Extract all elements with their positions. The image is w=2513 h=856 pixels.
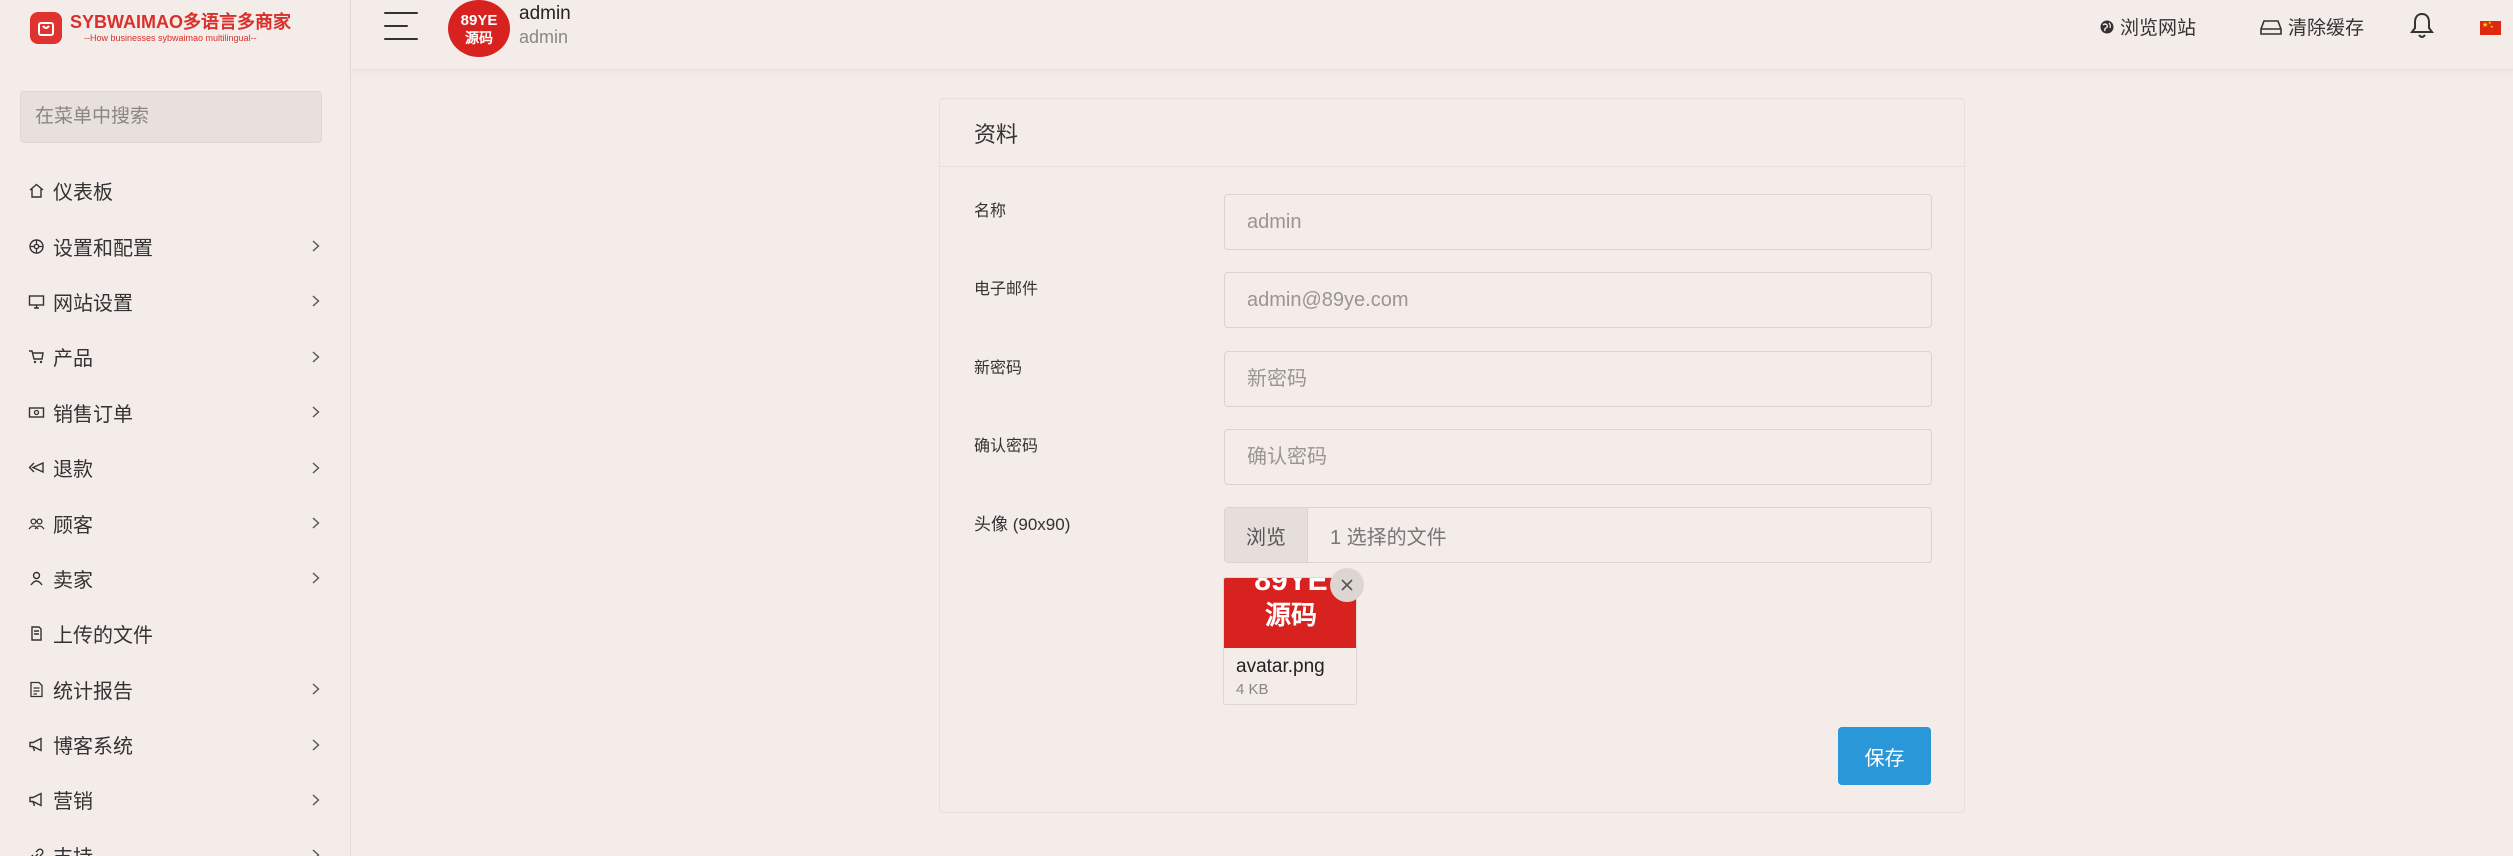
chevron-right-icon: [311, 848, 321, 856]
sidebar-item[interactable]: 营销: [0, 772, 351, 827]
chevron-right-icon: [311, 738, 321, 752]
sidebar-item-label: 营销: [53, 791, 93, 814]
clear-cache-button[interactable]: 清除缓存: [2260, 13, 2364, 40]
sidebar-item-label: 顾客: [53, 514, 93, 537]
sidebar-item[interactable]: 上传的文件: [0, 606, 351, 661]
preview-file-size: 4 KB: [1236, 681, 1269, 698]
new-password-row: 新密码: [974, 351, 1932, 407]
sidebar-item-label: 网站设置: [53, 292, 133, 315]
user-icon: [28, 570, 45, 587]
refund-icon: [28, 459, 45, 476]
sidebar-item-label: 支持: [53, 841, 311, 856]
bell-icon[interactable]: [2410, 11, 2434, 39]
chevron-right-icon: [311, 350, 321, 364]
cn-flag-icon[interactable]: ★ ★ ★: [2480, 21, 2501, 35]
sidebar-item[interactable]: 统计报告: [0, 662, 351, 717]
card-title: 资料: [940, 99, 1964, 167]
browse-button[interactable]: 浏览: [1225, 508, 1308, 562]
monitor-icon: [28, 293, 45, 310]
home-icon: [28, 182, 45, 199]
preview-image-text-line2: 源码: [1264, 600, 1317, 630]
email-label: 电子邮件: [974, 281, 1039, 298]
sidebar-item[interactable]: 产品: [0, 329, 351, 384]
sidebar-item[interactable]: 设置和配置: [0, 218, 351, 273]
chevron-right-icon: [311, 682, 321, 696]
new-password-label: 新密码: [974, 360, 1023, 377]
document-icon: [28, 681, 45, 698]
user-role: admin: [519, 27, 569, 47]
sidebar-item-label: 卖家: [53, 569, 93, 592]
sidebar-item-label: 博客系统: [53, 736, 133, 759]
users-icon: [28, 515, 45, 532]
name-row: 名称: [974, 194, 1932, 250]
menu-toggle-icon[interactable]: [384, 12, 418, 42]
money-icon: [28, 404, 45, 421]
shop-bag-icon: [30, 12, 62, 44]
sidebar-item[interactable]: 仪表板: [0, 163, 351, 218]
confirm-password-input[interactable]: [1224, 429, 1932, 485]
megaphone-icon: [28, 791, 45, 808]
sidebar-item-label: 统计报告: [53, 680, 133, 703]
sidebar-item-label: 设置和配置: [53, 237, 153, 260]
chevron-right-icon: [311, 405, 321, 419]
selected-files-text: 1 选择的文件: [1330, 526, 1447, 549]
sidebar-item[interactable]: 顾客: [0, 495, 351, 550]
remove-file-icon[interactable]: [1330, 568, 1364, 602]
globe-icon: [2100, 20, 2114, 33]
brand-subtitle: --How businesses sybwaimao multilingual-…: [84, 33, 257, 43]
chevron-right-icon: [311, 294, 321, 308]
confirm-password-row: 确认密码: [974, 429, 1932, 485]
chevron-right-icon: [311, 461, 321, 475]
avatar-file-input[interactable]: 浏览 1 选择的文件: [1224, 507, 1932, 563]
chevron-right-icon: [311, 793, 321, 807]
megaphone-icon: [28, 736, 45, 753]
profile-card: 资料 名称 电子邮件 新密码 确认密码 头像 (90x90) 浏览 1 选择的文…: [939, 98, 1965, 813]
avatar-text-line2: 源码: [465, 29, 493, 46]
user-name[interactable]: admin: [519, 3, 571, 25]
sidebar-item[interactable]: 支持: [0, 828, 351, 856]
clear-cache-label: 清除缓存: [2288, 18, 2365, 39]
brand-logo[interactable]: SYBWAIMAO多语言多商家 --How businesses sybwaim…: [30, 8, 291, 48]
confirm-password-label: 确认密码: [974, 438, 1039, 455]
avatar-label: 头像 (90x90): [974, 515, 1071, 534]
cart-icon: [28, 348, 45, 365]
avatar-row: 头像 (90x90) 浏览 1 选择的文件: [974, 507, 1932, 563]
chevron-right-icon: [311, 571, 321, 585]
sidebar-item-label: 销售订单: [53, 403, 133, 426]
link-icon: [28, 847, 45, 856]
sidebar-item-label: 退款: [53, 459, 93, 482]
sidebar-menu: 仪表板设置和配置网站设置产品销售订单退款顾客卖家上传的文件统计报告博客系统营销支…: [0, 163, 351, 856]
sidebar-item-label: 产品: [53, 348, 93, 371]
new-password-input[interactable]: [1224, 351, 1932, 407]
sidebar-item[interactable]: 卖家: [0, 551, 351, 606]
sidebar-item[interactable]: 网站设置: [0, 274, 351, 329]
menu-search-input[interactable]: [20, 91, 322, 143]
preview-file-name: avatar.png: [1236, 656, 1325, 677]
name-label: 名称: [974, 203, 1007, 220]
brand-title: SYBWAIMAO多语言多商家: [70, 12, 292, 32]
browse-site-label: 浏览网站: [2120, 18, 2197, 39]
sidebar-item[interactable]: 销售订单: [0, 385, 351, 440]
name-input[interactable]: [1224, 194, 1932, 250]
email-row: 电子邮件: [974, 272, 1932, 328]
user-avatar[interactable]: 89YE 源码: [448, 0, 510, 57]
chevron-right-icon: [311, 239, 321, 253]
folder-icon: [28, 625, 45, 642]
browse-site-link[interactable]: 浏览网站: [2100, 13, 2196, 40]
save-button[interactable]: 保存: [1838, 727, 1931, 785]
avatar-text-line1: 89YE: [460, 11, 498, 29]
chevron-right-icon: [311, 516, 321, 530]
settings-icon: [28, 238, 45, 255]
sidebar-item-label: 仪表板: [53, 182, 113, 205]
email-input[interactable]: [1224, 272, 1932, 328]
sidebar-item-label: 上传的文件: [53, 625, 153, 648]
sidebar-item[interactable]: 博客系统: [0, 717, 351, 772]
drive-icon: [2260, 19, 2282, 35]
sidebar: SYBWAIMAO多语言多商家 --How businesses sybwaim…: [0, 0, 351, 856]
sidebar-item[interactable]: 退款: [0, 440, 351, 495]
